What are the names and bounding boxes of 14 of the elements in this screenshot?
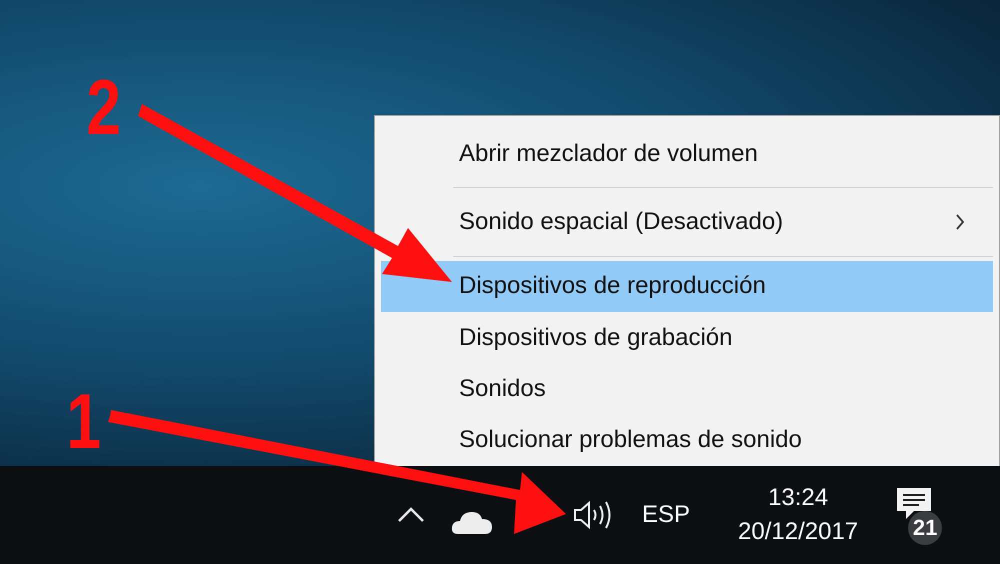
chevron-right-icon — [955, 212, 965, 231]
date-text: 20/12/2017 — [738, 517, 858, 547]
time-text: 13:24 — [768, 483, 828, 513]
language-indicator[interactable]: ESP — [642, 501, 690, 529]
annotation-number: 1 — [66, 382, 102, 460]
menu-item[interactable]: Dispositivos de reproducción — [381, 260, 993, 312]
menu-item[interactable]: Sonidos — [381, 363, 993, 415]
menu-item[interactable]: Abrir mezclador de volumen — [381, 124, 993, 184]
menu-item[interactable]: Sonido espacial (Desactivado) — [381, 192, 993, 252]
annotation-number: 2 — [86, 68, 122, 146]
menu-item[interactable]: Dispositivos de grabación — [381, 312, 993, 364]
clock[interactable]: 13:24 20/12/2017 — [738, 481, 858, 549]
notification-count: 21 — [908, 511, 942, 545]
menu-item[interactable]: Solucionar problemas de sonido — [381, 414, 993, 466]
